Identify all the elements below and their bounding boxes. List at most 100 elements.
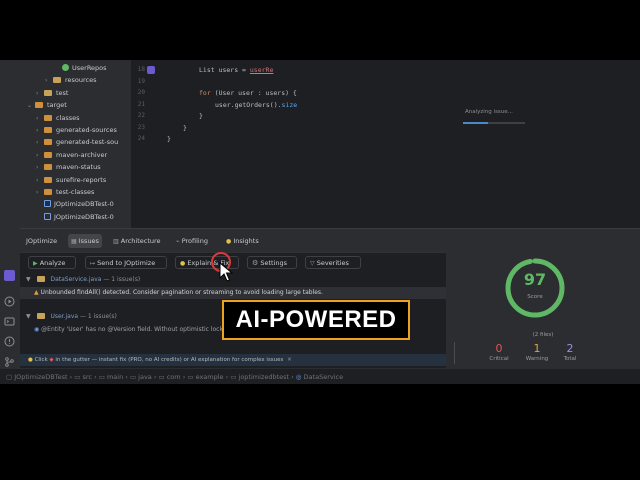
gear-icon: ⚙ [252,259,259,267]
tree-item[interactable]: › resources [45,74,97,86]
git-icon[interactable] [4,352,15,367]
folder-icon: ▭ [129,373,139,381]
tree-item-label: test [56,88,69,97]
tree-item[interactable]: › classes [36,112,80,124]
file-icon [36,276,45,282]
tab-insights-label: Insights [233,237,259,245]
joptimize-plugin-icon[interactable] [4,270,15,281]
line-number: 22 [137,112,145,119]
chevron-right-icon[interactable]: › [36,88,44,100]
folder-icon [44,139,52,146]
folder-icon: ▭ [187,373,196,381]
tree-item[interactable]: › maven-archiver [36,149,107,161]
breadcrumb-item[interactable]: DataService [304,373,344,381]
tab-strip-filler [302,228,640,253]
plugin-gutter-icon[interactable] [147,66,155,74]
chevron-right-icon[interactable]: › [36,162,44,174]
breadcrumb-item[interactable]: java [138,373,152,381]
tree-item[interactable]: › generated-sources [36,124,117,136]
tree-item[interactable]: › test [36,87,68,99]
settings-button[interactable]: ⚙ Settings [247,256,297,269]
line-number: 18 [137,66,145,73]
line-number: 20 [137,89,145,96]
issue-row-unbounded-findall[interactable]: ▲ Unbounded findAll() detected. Consider… [20,287,446,299]
breadcrumb-item[interactable]: com [167,373,181,381]
analyze-button[interactable]: ▶ Analyze [28,256,76,269]
code-line: user.getOrders().size [215,100,298,109]
breadcrumb-item[interactable]: src [83,373,93,381]
breadcrumb: ▢ JOptimizeDBTest › ▭ src › ▭ main › ▭ j… [0,368,640,384]
tree-item-label: JOptimizeDBTest-0 [54,200,114,209]
tree-item[interactable]: JOptimizeDBTest-0 [36,198,114,210]
analyzing-progress-fill [463,122,488,124]
tab-architecture[interactable]: ▥ Architecture [110,234,164,248]
code-line: } [183,123,187,132]
analyzing-progress-bar [463,122,525,124]
code-line: for (User user : users) { [199,89,297,97]
line-number: 23 [137,123,145,131]
chevron-right-icon[interactable]: › [36,125,44,137]
file-name: User.java [50,313,79,320]
tree-item[interactable]: › test-classes [36,186,94,198]
breadcrumb-item[interactable]: JOptimizeDBTest [14,373,67,381]
tree-item-label: JOptimizeDBTest-0 [54,212,114,221]
folder-icon: ▭ [98,373,107,381]
warning-label: Warning [525,356,549,362]
chevron-right-icon[interactable]: › [36,137,44,149]
file-icon [36,313,45,319]
chevron-right-icon[interactable]: › [36,113,44,125]
tree-item-label: target [47,101,67,110]
tree-item[interactable]: JOptimizeDBTest-0 [36,211,114,223]
folder-icon [44,176,52,183]
chevron-down-icon: ▼ [26,313,31,320]
issue-file-row-dataservice[interactable]: ▼ DataService.java — 1 issue(s) [26,274,140,286]
folder-icon [35,102,43,109]
tree-item[interactable]: › maven-status [36,161,101,173]
critical-label: Critical [489,356,509,362]
folder-icon: ▭ [230,373,239,381]
chevron-right-icon[interactable]: › [36,187,44,199]
analyzing-area [302,60,640,228]
breadcrumb-item[interactable]: example [196,373,224,381]
issue-file-row-user[interactable]: ▼ User.java — 1 issue(s) [26,311,117,323]
critical-count: 0 [495,342,503,355]
tree-item[interactable]: › surefire-reports [36,174,106,186]
tab-architecture-label: Architecture [120,237,161,245]
code-editor[interactable]: 18 List users = userRe 19 20 for (User user … [130,60,303,228]
send-to-joptimize-button[interactable]: ↦ Send to JOptimize [85,256,167,269]
chevron-down-icon[interactable]: ⌄ [27,100,35,112]
tool-window-tabs: JOptimize ▦ Issues ▥ Architecture ⌁ Prof… [20,228,302,253]
chevron-right-icon[interactable]: › [36,150,44,162]
severities-button[interactable]: ▽ Severities [305,256,361,269]
tree-item[interactable]: › generated-test-sou [36,136,118,148]
tab-profiling[interactable]: ⌁ Profiling [173,234,211,248]
line-number: 21 [137,100,145,108]
architecture-icon: ▥ [113,238,119,245]
total-label: Total [563,356,577,362]
info-icon: ◉ [34,326,40,333]
terminal-icon[interactable] [4,312,15,326]
problems-icon[interactable] [4,332,15,347]
warning-icon: ▲ [34,289,39,296]
breadcrumb-item[interactable]: joptimizedbtest [239,373,290,381]
tab-insights[interactable]: ● Insights [223,234,262,248]
tool-window-strip [0,60,21,384]
breadcrumb-separator: › [289,373,296,381]
warning-count: 1 [533,342,541,355]
line-number: 19 [137,77,145,85]
files-analyzed: (2 files) [532,332,554,338]
play-icon: ▶ [33,260,38,267]
tree-item-label: UserRepos [72,64,107,72]
tree-item[interactable]: UserRepos [54,62,107,74]
chevron-right-icon[interactable]: › [45,75,53,87]
folder-icon [44,151,52,158]
run-icon[interactable] [4,292,15,307]
breadcrumb-separator: › [92,373,99,381]
tab-issues[interactable]: ▦ Issues [68,234,102,248]
tree-item[interactable]: ⌄ target [27,99,67,111]
close-icon[interactable]: ✕ [287,357,292,363]
breadcrumb-item[interactable]: main [107,373,123,381]
divider [454,342,455,364]
settings-label: Settings [260,259,288,267]
chevron-right-icon[interactable]: › [36,175,44,187]
